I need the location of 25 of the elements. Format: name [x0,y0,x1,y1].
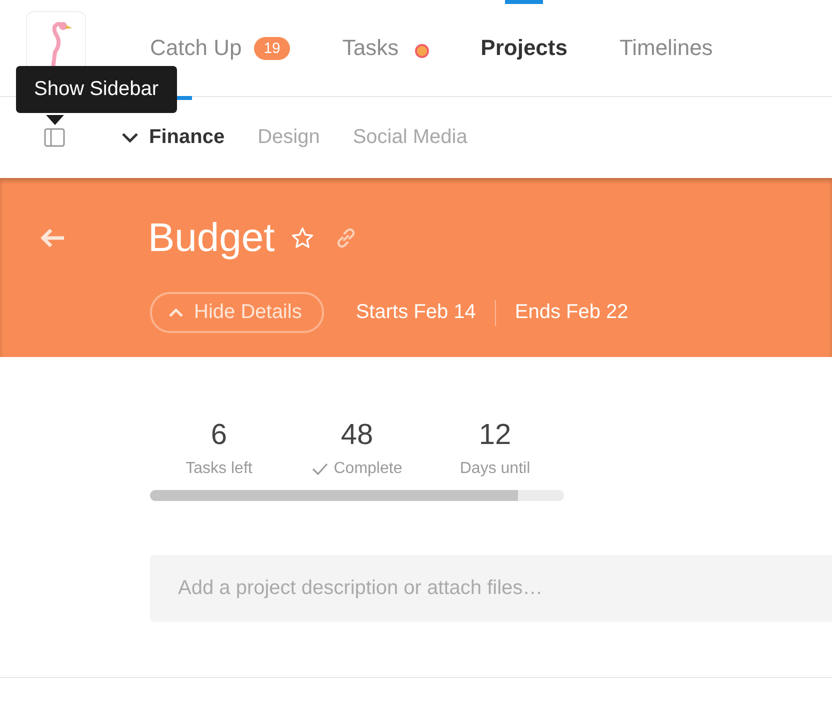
stat-label: Tasks left [186,460,252,478]
chevron-up-icon [168,308,184,318]
stat-label: Complete [334,460,402,478]
stat-label: Days until [460,460,530,478]
stat-value: 6 [210,419,228,452]
nav-tab[interactable]: Tasks [342,0,429,64]
nav-tab[interactable]: Timelines [619,0,713,64]
description-field[interactable]: Add a project description or attach files… [150,555,832,622]
sidebar-toggle-icon[interactable] [44,128,65,147]
nav-tab[interactable]: Projects [480,0,568,64]
start-date: Starts Feb 14 [356,301,476,324]
chevron-down-icon [121,132,139,144]
project-tab[interactable]: Design [258,126,320,149]
project-tab[interactable]: Finance [121,126,225,149]
hide-details-button[interactable]: Hide Details [150,292,324,333]
tooltip-pointer [46,115,64,125]
stat-value: 48 [340,419,374,452]
project-title: Budget [148,216,275,260]
stat-value: 12 [478,419,512,452]
tooltip: Show Sidebar [16,66,177,113]
count-badge: 19 [254,36,290,60]
end-date: Ends Feb 22 [514,301,628,324]
project-tab[interactable]: Social Media [352,126,468,149]
star-icon[interactable] [290,227,314,249]
back-arrow-icon[interactable] [40,228,66,248]
